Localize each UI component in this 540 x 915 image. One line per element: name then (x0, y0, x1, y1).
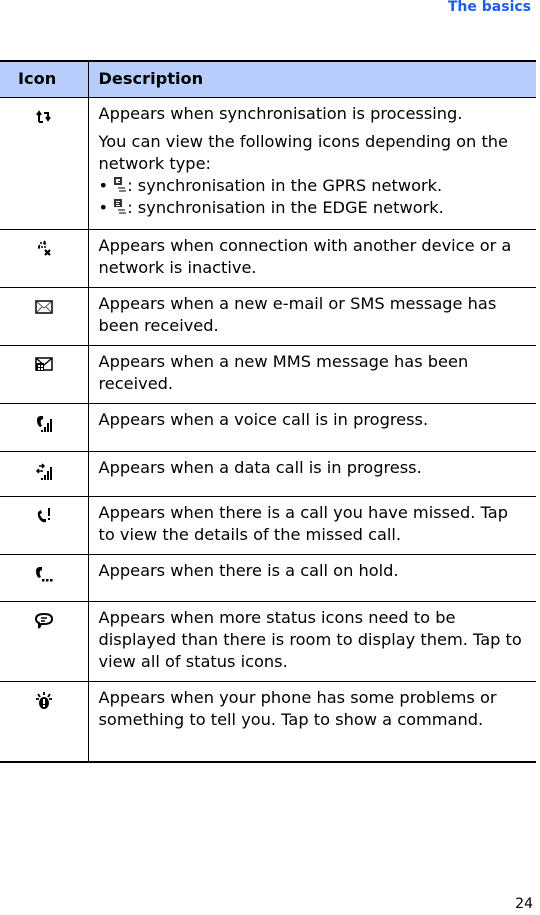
notification-icon (35, 691, 52, 709)
table-header-row: Icon Description (0, 60, 536, 98)
table-row: Appears when connection with another dev… (0, 229, 536, 288)
description-text: You can view the following icons dependi… (98, 131, 509, 173)
mms-envelope-icon (35, 356, 53, 371)
edge-sync-icon (114, 198, 127, 213)
bullet-item: • : synchronisation in the EDGE network. (98, 197, 444, 217)
description-text: Appears when a data call is in progress. (98, 457, 422, 477)
missed-call-icon (37, 507, 50, 522)
description-text: Appears when your phone has some problem… (98, 687, 497, 729)
sync-icon (35, 109, 51, 123)
voice-call-icon (36, 415, 52, 432)
description-text: Appears when connection with another dev… (98, 235, 512, 277)
gprs-sync-icon (114, 176, 127, 191)
description-text: Appears when synchronisation is processi… (98, 103, 463, 123)
bullet-item: • : synchronisation in the GPRS network. (98, 175, 443, 195)
table-row: Appears when a voice call is in progress… (0, 403, 536, 452)
section-title: The basics (447, 0, 531, 15)
description-text: Appears when a new MMS message has been … (98, 351, 469, 393)
table-row: Appears when your phone has some problem… (0, 681, 536, 763)
status-icon-table: Icon Description Appears when synchronis… (0, 60, 536, 763)
table-row: Appears when there is a call on hold. (0, 554, 536, 602)
data-call-icon (35, 462, 52, 480)
table-row: Appears when a data call is in progress. (0, 451, 536, 497)
table-row: Appears when there is a call you have mi… (0, 496, 536, 555)
page-number: 24 (515, 896, 533, 912)
table-row: Appears when a new e-mail or SMS message… (0, 287, 536, 346)
description-text: Appears when there is a call on hold. (98, 560, 399, 580)
description-text: Appears when there is a call you have mi… (98, 502, 508, 544)
call-on-hold-icon (35, 566, 53, 581)
description-text: Appears when a new e-mail or SMS message… (98, 293, 497, 335)
description-text: Appears when a voice call is in progress… (98, 409, 429, 429)
more-status-icons-icon (34, 612, 53, 628)
table-row: Appears when a new MMS message has been … (0, 345, 536, 404)
connection-inactive-icon (36, 239, 51, 256)
column-header-description: Description (88, 60, 536, 98)
table-row: Appears when more status icons need to b… (0, 601, 536, 682)
description-text: Appears when more status icons need to b… (98, 607, 522, 671)
envelope-icon (35, 299, 53, 314)
column-header-icon: Icon (0, 60, 89, 98)
table-row: Appears when synchronisation is processi… (0, 97, 536, 230)
